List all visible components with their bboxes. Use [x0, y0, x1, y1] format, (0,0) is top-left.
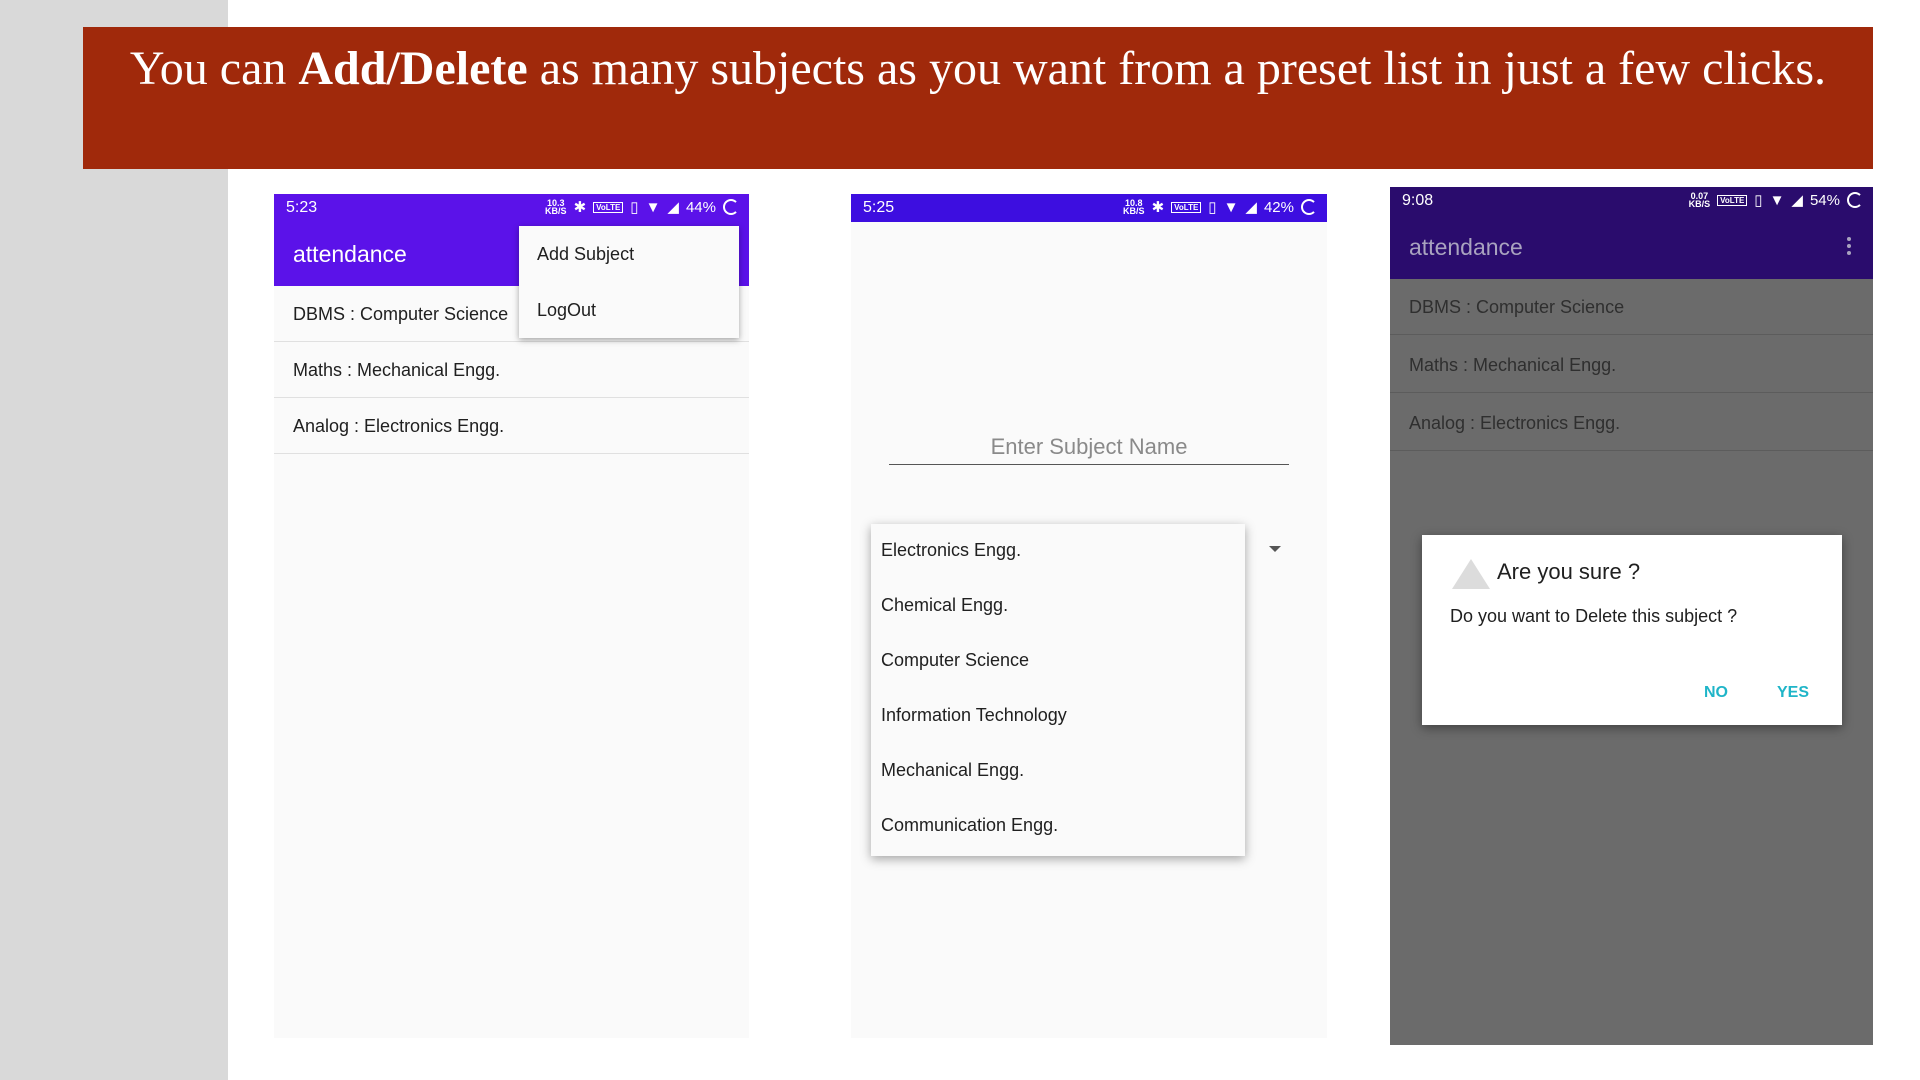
phone-screenshot-add-subject: 5:25 10.8 KB/S ✱ VoLTE ▯ ▼ ◢ 42% Enter Su…: [851, 194, 1327, 1038]
banner-text-bold: Add/Delete: [298, 42, 528, 95]
phone-screenshot-delete-dialog: 9:08 0.07 KB/S VoLTE ▯ ▼ ◢ 54% attendance…: [1390, 187, 1873, 1045]
volte-icon: VoLTE: [1717, 194, 1748, 206]
yes-button[interactable]: YES: [1777, 684, 1809, 702]
wifi-icon: ▼: [645, 198, 661, 216]
status-bar: 9:08 0.07 KB/S VoLTE ▯ ▼ ◢ 54%: [1390, 187, 1873, 215]
dialog-title: Are you sure ?: [1497, 559, 1641, 584]
subject-name-input[interactable]: Enter Subject Name: [889, 434, 1289, 465]
chevron-down-icon[interactable]: [1269, 546, 1281, 552]
banner-text-post: as many subjects as you want from a pres…: [527, 42, 1827, 95]
menu-item-logout[interactable]: LogOut: [537, 300, 596, 321]
network-speed: 0.07 KB/S: [1688, 191, 1711, 209]
bluetooth-icon: ✱: [573, 199, 587, 216]
dropdown-option[interactable]: Chemical Engg.: [881, 595, 1008, 616]
more-options-icon[interactable]: [1847, 237, 1851, 258]
confirm-delete-dialog: Are you sure ? Do you want to Delete thi…: [1422, 535, 1842, 725]
network-speed: 10.8 KB/S: [1123, 198, 1145, 216]
status-bar: 5:23 10.3 KB/S ✱ VoLTE ▯ ▼ ◢ 44%: [274, 194, 749, 222]
status-bar: 5:25 10.8 KB/S ✱ VoLTE ▯ ▼ ◢ 42%: [851, 194, 1327, 222]
dropdown-option[interactable]: Electronics Engg.: [881, 540, 1021, 561]
overflow-menu: Add Subject LogOut: [519, 226, 739, 338]
status-icons: 0.07 KB/S VoLTE ▯ ▼ ◢ 54%: [1689, 191, 1863, 209]
branch-dropdown-list: Electronics Engg. Chemical Engg. Compute…: [871, 524, 1245, 856]
volte-icon: VoLTE: [593, 201, 624, 213]
battery-icon: [1301, 199, 1317, 215]
status-icons: 10.8 KB/S ✱ VoLTE ▯ ▼ ◢ 42%: [1123, 198, 1317, 216]
network-speed: 10.3 KB/S: [545, 198, 567, 216]
vibrate-icon: ▯: [1208, 199, 1217, 216]
warning-icon: [1452, 559, 1490, 589]
list-item[interactable]: Analog : Electronics Engg.: [1390, 395, 1873, 451]
list-item[interactable]: DBMS : Computer Science: [1390, 279, 1873, 335]
phone-screenshot-menu: 5:23 10.3 KB/S ✱ VoLTE ▯ ▼ ◢ 44% attendan…: [274, 194, 749, 1038]
battery-percent: 42%: [1263, 198, 1294, 216]
wifi-icon: ▼: [1223, 198, 1239, 216]
dropdown-option[interactable]: Information Technology: [881, 705, 1067, 726]
battery-percent: 54%: [1809, 191, 1840, 209]
vibrate-icon: ▯: [630, 199, 639, 216]
slide-title-banner: You can Add/Delete as many subjects as y…: [83, 27, 1873, 169]
menu-item-add-subject[interactable]: Add Subject: [537, 244, 634, 265]
battery-icon: [723, 199, 739, 215]
status-time: 5:25: [863, 199, 895, 216]
status-time: 5:23: [286, 199, 318, 216]
wifi-icon: ▼: [1769, 191, 1785, 209]
signal-icon: ◢: [1791, 192, 1803, 209]
banner-text-pre: You can: [129, 42, 299, 95]
bluetooth-icon: ✱: [1151, 199, 1165, 216]
no-button[interactable]: NO: [1704, 684, 1728, 702]
volte-icon: VoLTE: [1171, 201, 1202, 213]
app-title: attendance: [293, 241, 407, 267]
app-title: attendance: [1409, 234, 1523, 260]
list-item[interactable]: Maths : Mechanical Engg.: [274, 342, 749, 398]
signal-icon: ◢: [1245, 199, 1257, 216]
status-time: 9:08: [1402, 192, 1434, 209]
dialog-message: Do you want to Delete this subject ?: [1450, 606, 1738, 626]
signal-icon: ◢: [667, 199, 679, 216]
app-bar: attendance: [1390, 215, 1873, 279]
battery-icon: [1847, 192, 1863, 208]
battery-percent: 44%: [685, 198, 716, 216]
list-item[interactable]: Analog : Electronics Engg.: [274, 398, 749, 454]
list-item[interactable]: Maths : Mechanical Engg.: [1390, 337, 1873, 393]
dropdown-option[interactable]: Computer Science: [881, 650, 1029, 671]
status-icons: 10.3 KB/S ✱ VoLTE ▯ ▼ ◢ 44%: [545, 198, 739, 216]
dropdown-option[interactable]: Communication Engg.: [881, 815, 1058, 836]
vibrate-icon: ▯: [1754, 192, 1763, 209]
dropdown-option[interactable]: Mechanical Engg.: [881, 760, 1024, 781]
